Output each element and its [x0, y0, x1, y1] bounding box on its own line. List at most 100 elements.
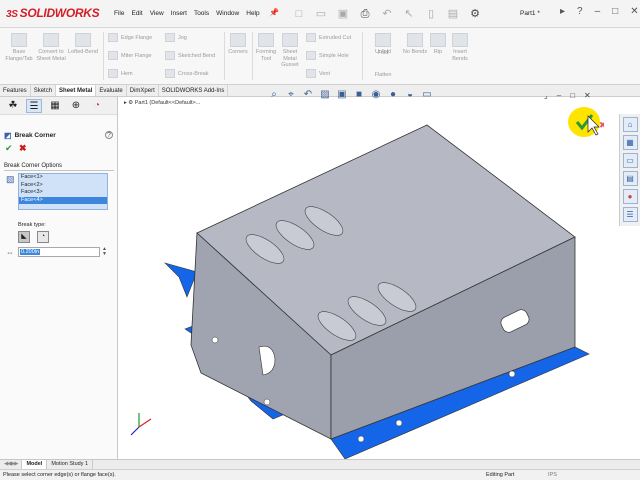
base-flange-button[interactable]: Base Flange/Tab — [4, 33, 34, 62]
simple-hole-button[interactable]: Simple Hole — [306, 51, 349, 60]
options-gear-icon[interactable]: ⚙ — [466, 4, 484, 22]
save-icon[interactable]: ▣ — [334, 4, 352, 22]
minimize-icon[interactable]: – — [595, 6, 601, 17]
feature-tree-icon[interactable]: ☘ — [5, 99, 21, 113]
corners-button[interactable]: Corners — [226, 33, 250, 56]
design-library-icon[interactable]: ▦ — [622, 135, 638, 150]
new-document-icon[interactable]: □ — [290, 4, 308, 22]
file-properties-icon[interactable]: ▤ — [444, 4, 462, 22]
pin-icon[interactable]: 📌 — [269, 8, 279, 17]
view-palette-icon[interactable]: ▤ — [622, 171, 638, 186]
hem-button[interactable]: Hem — [108, 69, 133, 78]
list-item[interactable]: Face<2> — [19, 182, 107, 190]
viewport-expand-icon[interactable]: ⌟ — [544, 91, 548, 100]
custom-properties-icon[interactable]: ☰ — [622, 207, 638, 222]
search-icon[interactable]: ▸ — [560, 6, 565, 17]
help-icon[interactable]: ? — [105, 131, 113, 139]
faces-list[interactable]: Face<1> Face<2> Face<3> Face<4> — [18, 173, 108, 210]
viewport-close-icon[interactable]: ✕ — [584, 91, 591, 100]
confirm-cancel-icon[interactable]: ✖ — [599, 120, 604, 130]
tab-scroll-icon[interactable]: ◀◀ ▶▶ — [0, 460, 23, 469]
tab-features[interactable]: Features — [0, 85, 31, 96]
jog-button[interactable]: Jog — [165, 33, 187, 42]
part-model[interactable] — [119, 97, 640, 460]
distance-field[interactable]: 0.200in — [18, 247, 100, 257]
configuration-icon[interactable]: ▦ — [47, 99, 63, 113]
fillet-type-button[interactable]: ◔ — [37, 231, 49, 243]
pie-icon[interactable]: ◔ — [89, 99, 105, 113]
scene-icon[interactable]: ◒ — [403, 88, 417, 102]
forming-tool-button[interactable]: Forming Tool — [254, 33, 278, 62]
manager-tabs: ☘ ☰ ▦ ⊕ ◔ — [0, 97, 117, 115]
menu-tools[interactable]: Tools — [194, 10, 209, 17]
left-flange[interactable] — [163, 262, 198, 298]
appearance-icon[interactable]: ● — [386, 88, 400, 102]
solidworks-logo[interactable]: 3S SOLIDWORKS — [6, 6, 100, 20]
cross-break-button[interactable]: Cross-Break — [165, 69, 209, 78]
select-icon[interactable]: ↖ — [400, 4, 418, 22]
sheet-metal-gusset-button[interactable]: Sheet Metal Gusset — [278, 33, 302, 69]
crosshair-icon[interactable]: ⊕ — [68, 99, 84, 113]
menu-file[interactable]: File — [114, 10, 124, 17]
flatten-button[interactable]: Flatten — [366, 72, 400, 79]
menu-edit[interactable]: Edit — [131, 10, 142, 17]
print-icon[interactable]: ⎙ — [356, 4, 374, 22]
home-icon[interactable]: ⌂ — [622, 117, 638, 132]
view-orientation-icon[interactable]: ▣ — [335, 88, 349, 102]
no-bends-button[interactable]: No Bends — [402, 33, 428, 56]
part-icon: ▸ ⚙ — [124, 100, 135, 106]
help-icon[interactable]: ? — [577, 6, 583, 17]
rebuild-icon[interactable]: ▯ — [422, 4, 440, 22]
chamfer-type-button[interactable]: ◣ — [18, 231, 30, 243]
viewport-minimize-icon[interactable]: – — [557, 91, 561, 100]
sketched-bend-button[interactable]: Sketched Bend — [165, 51, 215, 60]
undo-icon[interactable]: ↶ — [378, 4, 396, 22]
display-style-icon[interactable]: ■ — [352, 88, 366, 102]
menu-insert[interactable]: Insert — [171, 10, 187, 17]
tab-model[interactable]: Model — [22, 460, 48, 469]
extruded-cut-button[interactable]: Extruded Cut — [306, 33, 351, 42]
section-view-icon[interactable]: ▨ — [318, 88, 332, 102]
x-icon[interactable]: ✖ — [19, 143, 27, 154]
list-item[interactable]: Face<4> — [19, 196, 107, 204]
rip-button[interactable]: Rip — [428, 33, 448, 56]
break-corner-icon: ◩ — [4, 131, 12, 140]
feature-tree-flyout[interactable]: ▸ ⚙ Part1 (Default<<Default>... — [124, 100, 200, 106]
property-icon[interactable]: ☰ — [26, 98, 42, 113]
units-selector[interactable]: IPS — [548, 470, 557, 480]
restore-icon[interactable]: □ — [612, 6, 618, 17]
viewport-restore-icon[interactable]: □ — [570, 91, 575, 100]
tab-motion-study[interactable]: Motion Study 1 — [47, 460, 94, 469]
file-explorer-icon[interactable]: ▭ — [622, 153, 638, 168]
group-header-options[interactable]: Break Corner Options — [4, 163, 114, 171]
view-settings-icon[interactable]: ▭ — [420, 88, 434, 102]
vent-button[interactable]: Vent — [306, 69, 330, 78]
menu-help[interactable]: Help — [246, 10, 259, 17]
open-folder-icon[interactable]: ▭ — [312, 4, 330, 22]
zoom-to-fit-icon[interactable]: ⌕ — [267, 88, 281, 102]
tab-dimxpert[interactable]: DimXpert — [127, 85, 159, 96]
insert-bends-button[interactable]: Insert Bends — [448, 33, 472, 62]
previous-view-icon[interactable]: ↶ — [301, 88, 315, 102]
tab-sheet-metal[interactable]: Sheet Metal — [56, 85, 97, 96]
list-item[interactable]: Face<1> — [19, 174, 107, 182]
tab-evaluate[interactable]: Evaluate — [96, 85, 127, 96]
menu-view[interactable]: View — [150, 10, 164, 17]
tab-add-ins[interactable]: SOLIDWORKS Add-Ins — [159, 85, 229, 96]
checkmark-icon[interactable]: ✔ — [5, 143, 13, 154]
list-item[interactable]: Face<3> — [19, 189, 107, 197]
sketched-bend-icon — [165, 51, 175, 60]
fold-button[interactable]: Fold — [366, 50, 400, 57]
lofted-bend-button[interactable]: Lofted-Bend — [66, 33, 100, 56]
graphics-area[interactable] — [119, 97, 640, 460]
appearances-icon[interactable]: ● — [622, 189, 638, 204]
edge-flange-button[interactable]: Edge Flange — [108, 33, 152, 42]
menu-window[interactable]: Window — [216, 10, 239, 17]
zoom-area-icon[interactable]: ⌖ — [284, 88, 298, 102]
tab-sketch[interactable]: Sketch — [31, 85, 57, 96]
miter-flange-button[interactable]: Miter Flange — [108, 51, 152, 60]
spin-arrows-icon[interactable]: ▲ ▼ — [102, 247, 107, 257]
hide-show-icon[interactable]: ◉ — [369, 88, 383, 102]
convert-sheet-metal-button[interactable]: Convert to Sheet Metal — [36, 33, 66, 62]
close-icon[interactable]: ✕ — [630, 6, 638, 17]
